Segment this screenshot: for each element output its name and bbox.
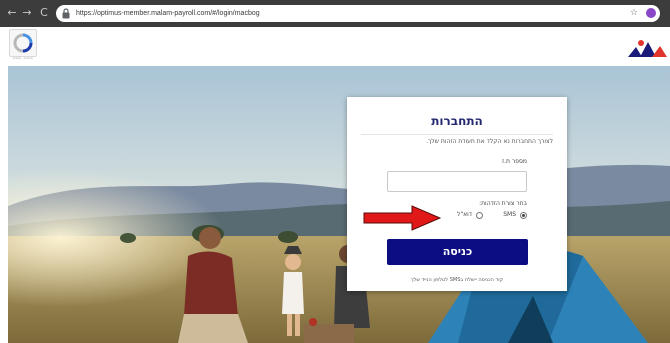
- auth-method-label: בחר צורת הזדהות:: [479, 200, 527, 207]
- email-radio-label[interactable]: דוא"ל: [457, 210, 472, 220]
- email-radio[interactable]: [476, 212, 483, 219]
- url-text: https://optimus-member.malam-payroll.com…: [76, 10, 260, 17]
- sms-radio-label[interactable]: SMS: [503, 210, 516, 220]
- malam-logo-icon: [628, 40, 667, 57]
- recaptcha-icon: [13, 33, 33, 53]
- sms-radio[interactable]: [520, 212, 527, 219]
- red-arrow-icon: [363, 205, 442, 231]
- login-title: התחברות: [431, 114, 483, 128]
- sms-code-note: קוד הכניסה יישלח בSMS לטלפון הנייד שלך: [410, 277, 504, 283]
- site-header: [0, 27, 670, 65]
- address-bar[interactable]: https://optimus-member.malam-payroll.com…: [56, 5, 660, 22]
- browser-toolbar: ← → C https://optimus-member.malam-payro…: [0, 0, 670, 27]
- id-number-label: מספר ת.ז: [502, 158, 527, 165]
- back-button[interactable]: ←: [6, 6, 18, 20]
- title-divider: [361, 134, 553, 135]
- hero-background-image: [8, 66, 670, 343]
- star-icon[interactable]: ☆: [630, 7, 638, 20]
- login-card: התחברות לצורך התחברות נא הקלד את תעודת ה…: [347, 97, 567, 291]
- recaptcha-badge[interactable]: [9, 29, 37, 57]
- profile-avatar[interactable]: [646, 8, 656, 18]
- id-number-input[interactable]: [387, 171, 527, 192]
- lock-icon: [62, 8, 70, 19]
- login-description: לצורך התחברות נא הקלד את תעודת הזהות שלך…: [426, 138, 553, 145]
- reload-button[interactable]: C: [38, 6, 50, 20]
- forward-button[interactable]: →: [21, 6, 33, 20]
- recaptcha-label: פרטיות - תנאים: [13, 56, 33, 60]
- login-button[interactable]: כניסה: [387, 239, 528, 265]
